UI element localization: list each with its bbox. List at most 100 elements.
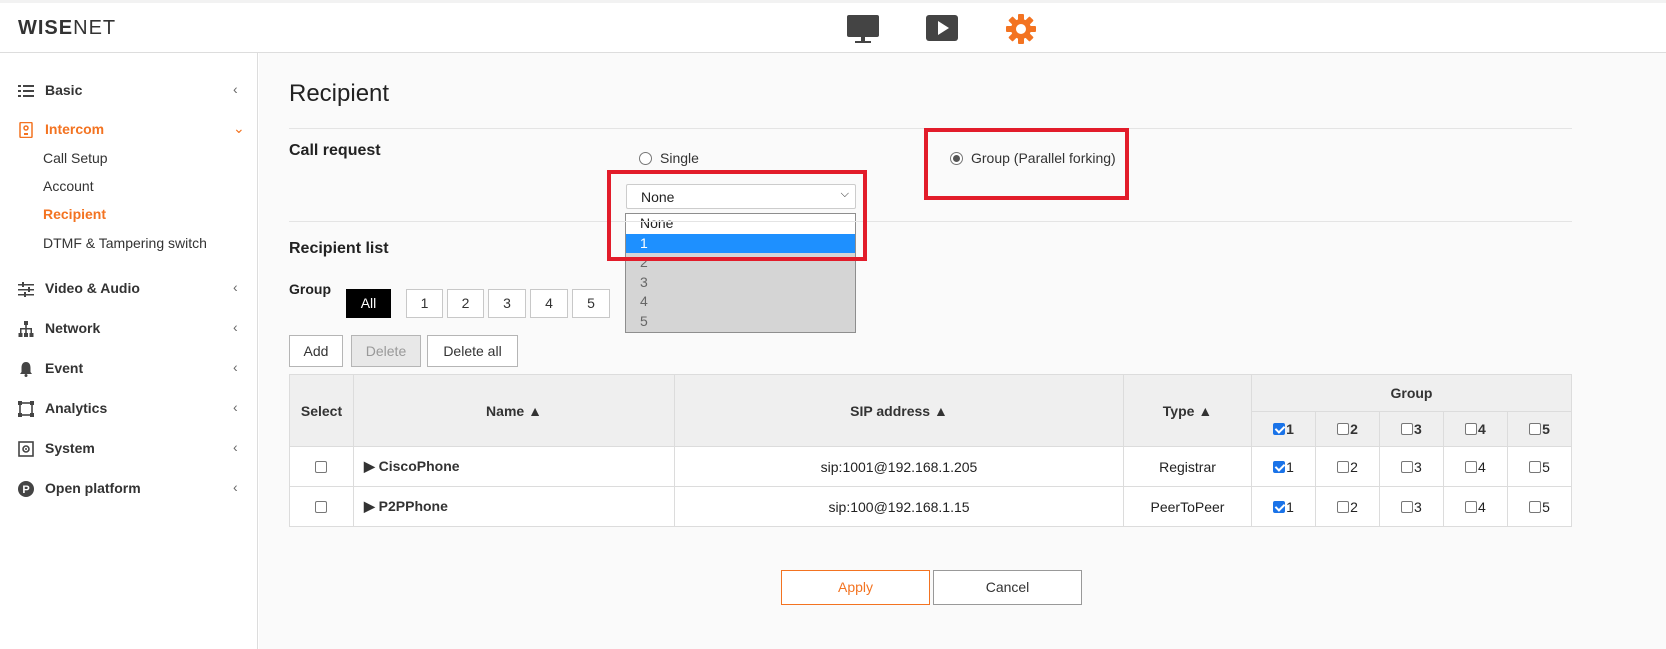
sidebar-item-intercom[interactable]: Intercom ⌄ — [0, 114, 258, 146]
logo-thin-text: NET — [73, 17, 117, 39]
sidebar-subitem-recipient[interactable]: Recipient — [43, 206, 106, 228]
group-filter-all[interactable]: All — [346, 289, 391, 318]
main-content: Recipient Call request Single Group (Par… — [259, 53, 1666, 649]
checkbox[interactable] — [1465, 500, 1478, 513]
checkbox[interactable] — [1465, 460, 1478, 473]
recipient-list-label: Recipient list — [289, 240, 389, 257]
sidebar-item-video-audio[interactable]: Video & Audio ‹ — [0, 273, 258, 305]
group-filter-3[interactable]: 3 — [488, 289, 526, 318]
sidebar-item-label: Intercom — [45, 121, 105, 137]
radio-group-label: Group (Parallel forking) — [971, 150, 1116, 166]
chevron-left-icon: ‹ — [233, 81, 238, 97]
radio-single[interactable]: Single — [639, 150, 699, 166]
checkbox[interactable] — [1465, 423, 1478, 435]
row-type: PeerToPeer — [1123, 486, 1252, 527]
chevron-down-icon: ⌵ — [840, 188, 849, 200]
recipient-table: Select Name ▲ SIP address ▲ Type ▲ Group… — [289, 374, 1573, 527]
sidebar-item-open-platform[interactable]: P Open platform ‹ — [0, 473, 258, 505]
checkbox[interactable] — [1273, 460, 1286, 473]
sidebar-item-label: Video & Audio — [45, 280, 140, 296]
group-filter-5[interactable]: 5 — [572, 289, 610, 318]
page-title: Recipient — [289, 80, 390, 107]
monitor-icon[interactable] — [845, 13, 881, 45]
row-name[interactable]: ▶ P2PPhone — [352, 486, 676, 527]
header-group-col[interactable]: 2 — [1314, 411, 1380, 447]
table-row: ▶ P2PPhone sip:100@192.168.1.15 PeerToPe… — [289, 486, 1573, 527]
call-request-label: Call request — [289, 142, 381, 159]
gear-icon[interactable] — [1003, 13, 1039, 45]
sidebar-item-event[interactable]: Event ‹ — [0, 353, 258, 385]
analytics-icon — [18, 401, 34, 417]
play-icon[interactable] — [924, 13, 960, 45]
chevron-left-icon: ‹ — [233, 359, 238, 375]
chevron-left-icon: ‹ — [233, 319, 238, 335]
group-filter-4[interactable]: 4 — [530, 289, 568, 318]
apply-button[interactable]: Apply — [781, 570, 930, 605]
bell-icon — [20, 362, 32, 377]
checkbox[interactable] — [1401, 460, 1414, 473]
platform-icon: P — [18, 481, 34, 497]
radio-group-parallel[interactable]: Group (Parallel forking) — [950, 150, 1116, 166]
group-cell-label: 4 — [1478, 498, 1486, 515]
group-filter-1[interactable]: 1 — [406, 289, 443, 318]
chevron-left-icon: ‹ — [233, 399, 238, 415]
dropdown-option[interactable]: 1 — [626, 233, 855, 253]
add-button[interactable]: Add — [289, 335, 343, 367]
group-col-label: 4 — [1478, 421, 1486, 437]
divider — [289, 128, 1572, 129]
checkbox[interactable] — [1401, 500, 1414, 513]
row-select-checkbox[interactable] — [314, 460, 327, 473]
sidebar-subitem-dtmf[interactable]: DTMF & Tampering switch — [43, 235, 207, 257]
dropdown-option[interactable]: 5 — [626, 312, 855, 332]
checkbox[interactable] — [1273, 423, 1286, 435]
checkbox[interactable] — [1337, 460, 1350, 473]
wisenet-logo[interactable]: WISENET — [18, 17, 116, 40]
radio-dot — [639, 151, 652, 165]
sidebar-item-label: Network — [45, 320, 101, 336]
row-type: Registrar — [1123, 446, 1252, 487]
dropdown-option[interactable]: 3 — [626, 273, 855, 293]
group-col-label: 3 — [1414, 421, 1422, 437]
row-sip: sip:100@192.168.1.15 — [674, 486, 1124, 527]
dropdown-option[interactable]: None — [626, 214, 855, 234]
sidebar-item-label: Analytics — [45, 400, 108, 416]
dropdown-option[interactable]: 2 — [626, 253, 855, 273]
group-cell-label: 2 — [1350, 498, 1358, 515]
header-name[interactable]: Name ▲ — [352, 374, 676, 447]
header-sip[interactable]: SIP address ▲ — [674, 374, 1124, 447]
header-group: Group — [1250, 374, 1573, 412]
checkbox[interactable] — [1401, 423, 1414, 435]
sidebar-item-network[interactable]: Network ‹ — [0, 313, 258, 345]
group-cell-label: 1 — [1286, 498, 1294, 515]
group-col-label: 1 — [1286, 421, 1294, 437]
group-cell-label: 4 — [1478, 458, 1486, 475]
header-select: Select — [289, 374, 354, 447]
header-group-col[interactable]: 1 — [1250, 411, 1316, 447]
group-select-value: None — [641, 189, 675, 205]
sidebar-item-basic[interactable]: Basic ‹ — [0, 75, 258, 107]
group-filter-2[interactable]: 2 — [447, 289, 484, 318]
checkbox[interactable] — [1529, 460, 1542, 473]
sidebar-item-label: Open platform — [45, 480, 141, 496]
dropdown-option[interactable]: 4 — [626, 292, 855, 312]
top-bar: WISENET — [0, 0, 1666, 53]
sidebar-item-analytics[interactable]: Analytics ‹ — [0, 393, 258, 425]
row-select-checkbox[interactable] — [314, 500, 327, 513]
sidebar-subitem-call-setup[interactable]: Call Setup — [43, 150, 108, 172]
checkbox[interactable] — [1529, 423, 1542, 435]
cancel-button[interactable]: Cancel — [933, 570, 1082, 605]
checkbox[interactable] — [1273, 500, 1286, 513]
sidebar-item-system[interactable]: System ‹ — [0, 433, 258, 465]
header-group-col[interactable]: 5 — [1506, 411, 1573, 447]
header-group-col[interactable]: 4 — [1442, 411, 1508, 447]
group-select[interactable]: None ⌵ — [626, 184, 856, 209]
header-type[interactable]: Type ▲ — [1123, 374, 1252, 447]
delete-button[interactable]: Delete — [351, 335, 421, 367]
row-name[interactable]: ▶ CiscoPhone — [352, 446, 676, 487]
checkbox[interactable] — [1529, 500, 1542, 513]
checkbox[interactable] — [1337, 423, 1350, 435]
header-group-col[interactable]: 3 — [1378, 411, 1444, 447]
delete-all-button[interactable]: Delete all — [427, 335, 518, 367]
sidebar-subitem-account[interactable]: Account — [43, 178, 94, 200]
checkbox[interactable] — [1337, 500, 1350, 513]
